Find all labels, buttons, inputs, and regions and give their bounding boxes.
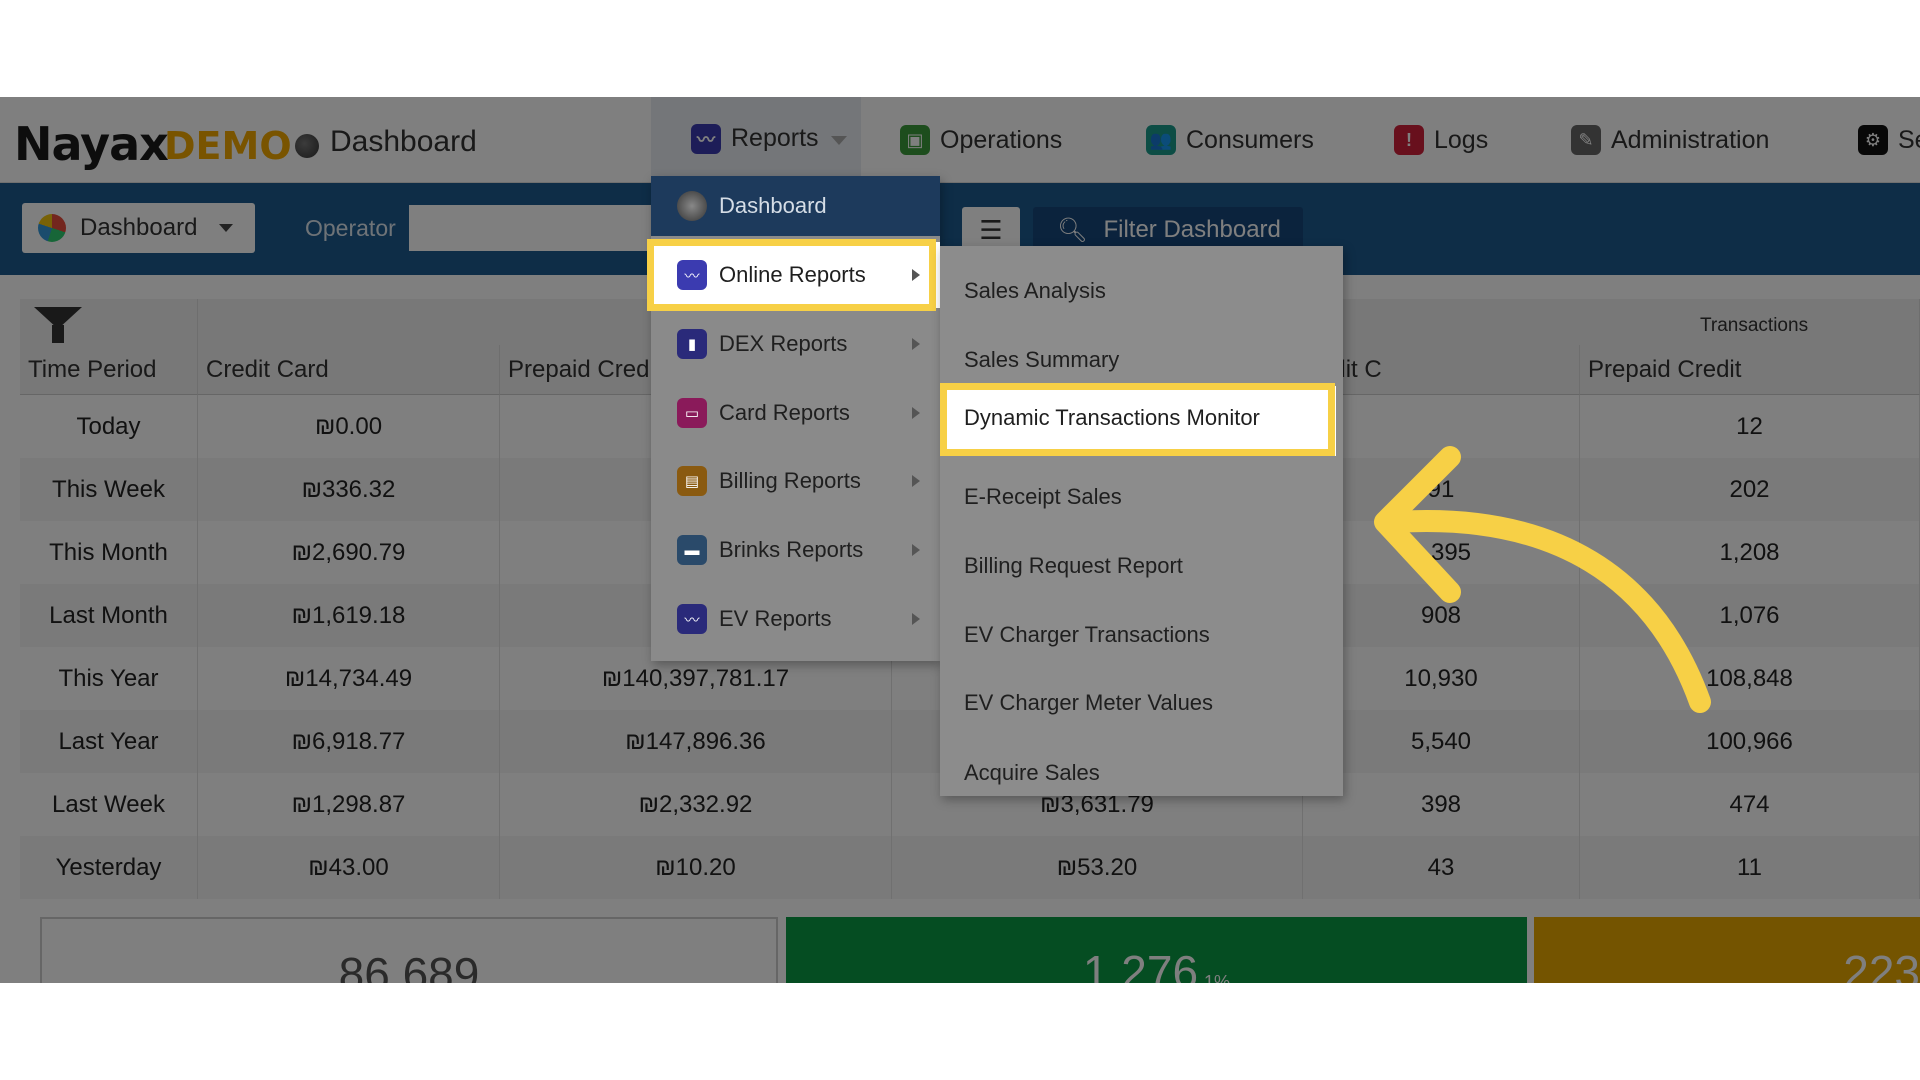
submenu-sales-analysis[interactable]: Sales Analysis	[964, 278, 1106, 304]
menu-item-ev-reports[interactable]: 〰 EV Reports	[651, 586, 940, 652]
pointer-arrow-icon	[1374, 446, 1711, 713]
chevron-right-icon	[912, 544, 920, 556]
submenu-ev-charger-meter-values[interactable]: EV Charger Meter Values	[964, 690, 1213, 716]
submenu-billing-request-report[interactable]: Billing Request Report	[964, 553, 1183, 579]
card-reports-icon: ▭	[677, 398, 707, 428]
ev-reports-icon: 〰	[677, 604, 707, 634]
submenu-sales-summary[interactable]: Sales Summary	[964, 347, 1119, 373]
billing-reports-icon: ▤	[677, 466, 707, 496]
chevron-right-icon	[912, 338, 920, 350]
menu-item-card-reports[interactable]: ▭ Card Reports	[651, 380, 940, 446]
menu-item-label: EV Reports	[719, 606, 832, 631]
menu-item-brinks-reports[interactable]: ▬ Brinks Reports	[651, 517, 940, 583]
chevron-right-icon	[912, 475, 920, 487]
chevron-right-icon	[912, 407, 920, 419]
chevron-right-icon	[912, 613, 920, 625]
menu-item-dashboard[interactable]: Dashboard	[651, 176, 940, 236]
submenu-acquire-sales[interactable]: Acquire Sales	[964, 760, 1100, 786]
menu-item-dex-reports[interactable]: ▮ DEX Reports	[651, 311, 940, 377]
submenu-ereceipt-sales[interactable]: E-Receipt Sales	[964, 484, 1122, 510]
app-window: Nayax DEMO Dashboard 〰 Reports ▣ Operati…	[0, 97, 1920, 983]
dashboard-icon	[677, 191, 707, 221]
highlight-online-reports	[647, 239, 936, 311]
menu-item-label: Brinks Reports	[719, 537, 864, 562]
menu-item-label: Card Reports	[719, 400, 850, 425]
brinks-reports-icon: ▬	[677, 535, 707, 565]
dex-reports-icon: ▮	[677, 329, 707, 359]
menu-item-label: Billing Reports	[719, 468, 861, 493]
menu-item-billing-reports[interactable]: ▤ Billing Reports	[651, 448, 940, 514]
menu-item-label: DEX Reports	[719, 331, 848, 356]
highlight-dynamic-transactions-monitor	[940, 383, 1335, 456]
menu-item-label: Dashboard	[719, 193, 827, 218]
online-reports-submenu: Sales Analysis Sales Summary Dynamic Tra…	[940, 246, 1343, 796]
submenu-ev-charger-transactions[interactable]: EV Charger Transactions	[964, 622, 1210, 648]
